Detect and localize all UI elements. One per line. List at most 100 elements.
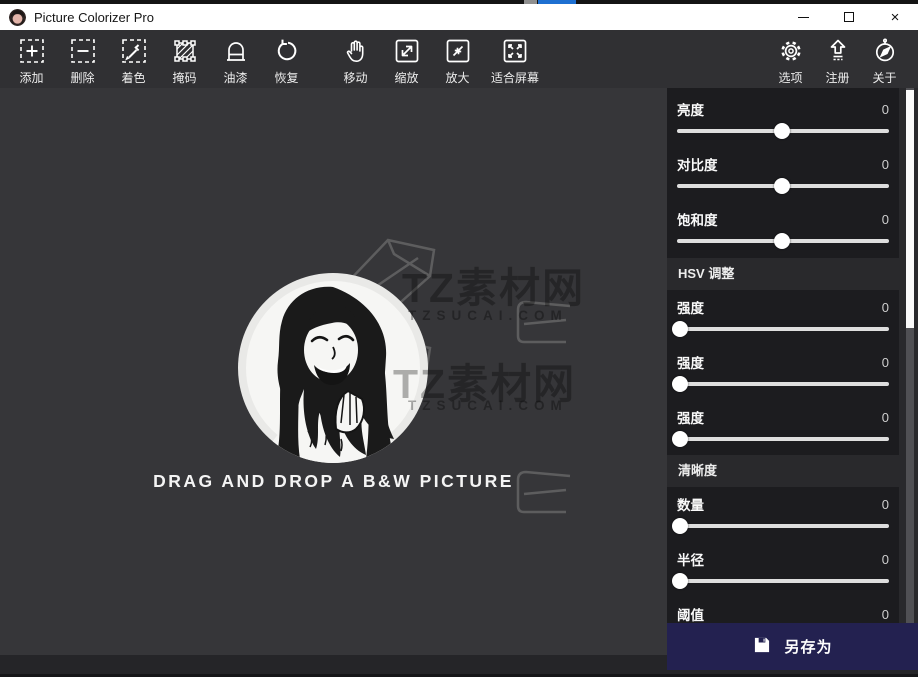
titlebar: Picture Colorizer Pro × (0, 4, 918, 30)
sidebar-scrollbar[interactable] (906, 88, 914, 623)
app-logo-avatar (9, 8, 26, 26)
tool-about[interactable]: 关于 (861, 37, 908, 86)
tool-label: 掩码 (172, 71, 197, 85)
slider-value: 0 (881, 606, 889, 622)
minimize-button[interactable] (780, 4, 826, 30)
slider-row: 数量 0 (672, 487, 889, 542)
tool-label: 删除 (70, 71, 95, 85)
section-header-clarity: 清晰度 (678, 463, 718, 478)
slider-track[interactable] (677, 437, 889, 441)
slider-track[interactable] (677, 579, 889, 583)
tool-label: 关于 (872, 71, 897, 85)
hsv-adjustments-panel: 强度 0 强度 0 强度 0 (667, 290, 899, 455)
toolbar: 添加 删除 着色 掩码 油漆 恢复 移动 缩放 放大 适合屏幕 选项 注册 关于 (0, 30, 918, 88)
app-window: Picture Colorizer Pro × 添加 删除 着色 掩码 油漆 恢… (0, 0, 918, 677)
slider-thumb[interactable] (672, 573, 689, 589)
slider-value: 0 (881, 551, 889, 567)
window-title: Picture Colorizer Pro (34, 9, 154, 25)
tool-options[interactable]: 选项 (767, 37, 814, 86)
close-icon: × (890, 8, 900, 26)
window-controls: × (780, 4, 918, 30)
tool-zoom[interactable]: 缩放 (381, 37, 432, 86)
gear-icon (777, 37, 805, 65)
save-as-button[interactable]: 另存为 (667, 623, 918, 670)
tool-label: 选项 (778, 71, 803, 85)
slider-thumb[interactable] (672, 431, 689, 447)
image-drop-canvas[interactable]: TZ素材网 TZSUCAI.COM TZ素材网 TZSUCAI.COM DRAG… (0, 88, 667, 655)
undo-icon (273, 37, 301, 65)
tool-enlarge[interactable]: 放大 (432, 37, 483, 86)
tool-label: 恢复 (274, 71, 299, 85)
save-floppy-icon (752, 635, 772, 658)
tool-label: 放大 (445, 71, 470, 85)
mask-icon (171, 37, 199, 65)
slider-value: 0 (881, 211, 889, 227)
background-window-sliver (0, 0, 918, 4)
tool-label: 着色 (121, 71, 146, 85)
delete-icon (69, 37, 97, 65)
tool-paint[interactable]: 油漆 (210, 37, 261, 86)
tool-label: 油漆 (223, 71, 248, 85)
scale-collapse-icon (444, 37, 472, 65)
slider-row: 强度 0 (672, 400, 889, 455)
scrollbar-thumb[interactable] (906, 90, 914, 328)
slider-label: 亮度 (677, 103, 704, 118)
slider-row: 半径 0 (672, 542, 889, 597)
slider-thumb[interactable] (672, 376, 689, 392)
background-window-chip-blue (538, 0, 576, 4)
tool-add[interactable]: 添加 (6, 37, 57, 86)
tool-register[interactable]: 注册 (814, 37, 861, 86)
slider-row: 饱和度 0 (677, 198, 889, 253)
tool-label: 注册 (825, 71, 850, 85)
tool-label: 适合屏幕 (490, 71, 539, 85)
slider-track[interactable] (677, 382, 889, 386)
watermark-title: TZ素材网 (402, 265, 586, 311)
tool-move[interactable]: 移动 (330, 37, 381, 86)
slider-label: 对比度 (677, 158, 718, 173)
slider-value: 0 (881, 299, 889, 315)
scale-expand-icon (393, 37, 421, 65)
slider-label: 强度 (677, 411, 704, 426)
tool-label: 移动 (343, 71, 368, 85)
slider-thumb[interactable] (773, 233, 790, 249)
tool-restore[interactable]: 恢复 (261, 37, 312, 86)
slider-row: 亮度 0 (677, 88, 889, 143)
tool-mask[interactable]: 掩码 (159, 37, 210, 86)
slider-thumb[interactable] (672, 321, 689, 337)
slider-thumb[interactable] (773, 123, 790, 139)
slider-value: 0 (881, 354, 889, 370)
slider-track[interactable] (677, 524, 889, 528)
slider-label: 强度 (677, 301, 704, 316)
tool-colorize[interactable]: 着色 (108, 37, 159, 86)
adjustments-sidebar: 亮度 0 对比度 0 饱和度 0 HSV 调整 强度 0 强度 0 强度 0 清… (667, 88, 918, 677)
slider-value: 0 (881, 496, 889, 512)
drop-hint-text: DRAG AND DROP A B&W PICTURE (153, 471, 514, 491)
maximize-icon (844, 12, 854, 22)
hand-icon (342, 37, 370, 65)
toolbar-right-group: 选项 注册 关于 (767, 37, 908, 86)
section-header-hsv: HSV 调整 (678, 266, 735, 281)
slider-value: 0 (881, 101, 889, 117)
maximize-button[interactable] (826, 4, 872, 30)
slider-value: 0 (881, 156, 889, 172)
compass-icon (871, 37, 899, 65)
minimize-icon (797, 16, 809, 18)
paint-icon (222, 37, 250, 65)
register-icon (824, 37, 852, 65)
save-as-label: 另存为 (784, 639, 833, 656)
tool-label: 添加 (19, 71, 44, 85)
slider-label: 半径 (677, 553, 704, 568)
slider-label: 饱和度 (677, 213, 718, 228)
background-window-chip-gray (524, 0, 537, 4)
tool-delete[interactable]: 删除 (57, 37, 108, 86)
slider-value: 0 (881, 409, 889, 425)
tool-label: 缩放 (394, 71, 419, 85)
watermark-domain: TZSUCAI.COM (408, 308, 568, 323)
slider-thumb[interactable] (672, 518, 689, 534)
slider-thumb[interactable] (773, 178, 790, 194)
close-button[interactable]: × (872, 4, 918, 30)
watermark-domain: TZSUCAI.COM (408, 398, 568, 413)
fit-screen-icon (501, 37, 529, 65)
slider-track[interactable] (677, 327, 889, 331)
tool-fit-screen[interactable]: 适合屏幕 (483, 37, 547, 86)
